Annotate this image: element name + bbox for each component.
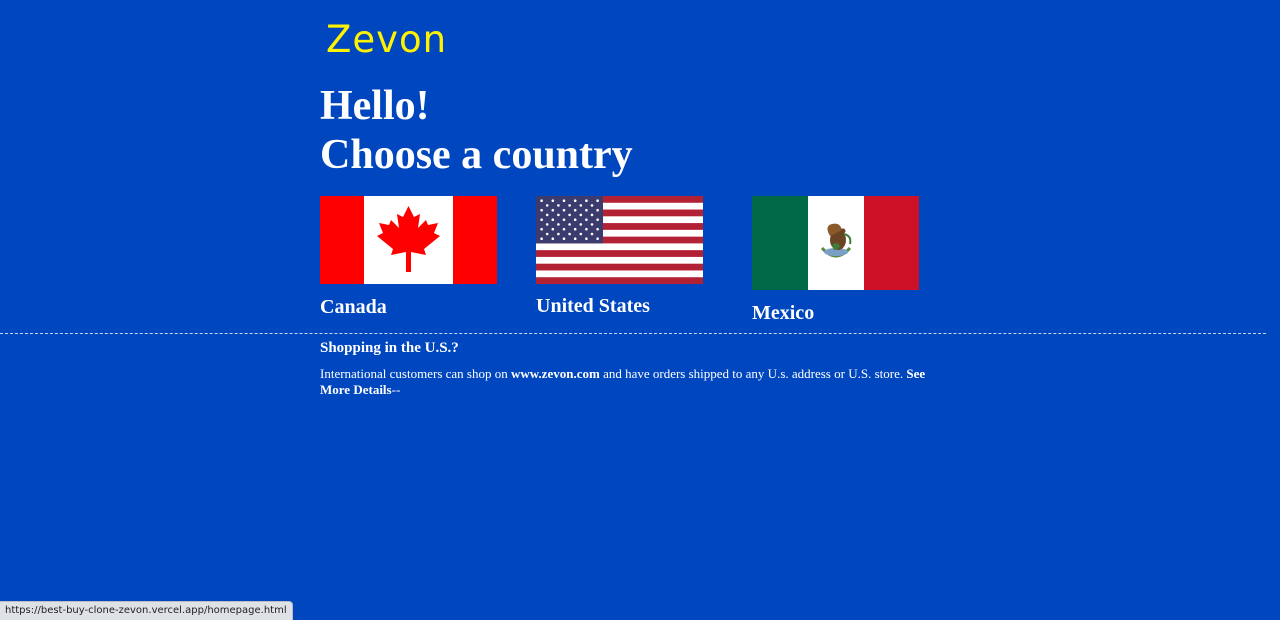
- us-flag-star: [545, 213, 549, 217]
- us-flag-star: [579, 204, 583, 207]
- us-flag-star: [579, 213, 583, 217]
- us-flag-star: [540, 199, 543, 202]
- country-canada-link[interactable]: Canada: [320, 196, 497, 321]
- us-flag-star: [573, 199, 577, 202]
- country-label-mexico: Mexico: [752, 302, 815, 324]
- us-flag-star: [562, 227, 566, 231]
- us-flag-star: [573, 227, 577, 231]
- zevon-logo[interactable]: Zevon: [326, 16, 447, 64]
- country-united-states-link[interactable]: United States: [536, 196, 703, 321]
- us-flag-star: [562, 199, 566, 202]
- us-flag-star: [545, 204, 549, 207]
- us-flag-star: [557, 204, 560, 207]
- us-flag-star: [585, 218, 588, 221]
- us-flag-star: [590, 204, 594, 207]
- us-flag-star: [557, 232, 560, 236]
- us-flag-star: [596, 227, 599, 231]
- section-divider: [0, 333, 1266, 334]
- zevon-site-link[interactable]: www.zevon.com: [511, 366, 600, 381]
- us-flag-star: [573, 208, 577, 212]
- mexico-flag-icon: [752, 196, 919, 290]
- greeting-choose-country: Choose a country: [320, 132, 633, 178]
- page-heading: Hello! Choose a country: [320, 82, 633, 180]
- us-flag-star: [585, 199, 588, 202]
- canada-flag-icon: [320, 196, 497, 284]
- us-flag-star: [540, 208, 543, 212]
- status-bar-url: https://best-buy-clone-zevon.vercel.app/…: [0, 601, 293, 620]
- us-flag-star: [585, 227, 588, 231]
- us-flag-icon: [536, 196, 703, 284]
- us-flag-star: [579, 232, 583, 236]
- us-flag-star: [596, 208, 599, 212]
- us-flag-star: [551, 199, 555, 202]
- us-flag-star: [540, 218, 543, 221]
- country-label-canada: Canada: [320, 296, 387, 318]
- us-flag-star: [590, 223, 594, 226]
- us-flag-star: [551, 237, 555, 240]
- us-flag-star: [557, 213, 560, 217]
- us-flag-star: [590, 232, 594, 236]
- us-flag-star: [551, 208, 555, 212]
- us-flag-star: [573, 218, 577, 221]
- us-flag-star: [568, 232, 571, 236]
- us-flag-star: [557, 223, 560, 226]
- us-flag-star: [562, 208, 566, 212]
- us-flag-star: [596, 237, 599, 240]
- shopping-us-text: International customers can shop on www.…: [320, 366, 950, 398]
- us-flag-star: [545, 232, 549, 236]
- us-flag-star: [590, 213, 594, 217]
- country-mexico-link[interactable]: Mexico: [752, 196, 919, 326]
- us-flag-star: [573, 237, 577, 240]
- us-flag-star: [568, 213, 571, 217]
- us-flag-star: [585, 237, 588, 240]
- us-flag-star: [585, 208, 588, 212]
- us-flag-star: [545, 223, 549, 226]
- shopping-text-middle: and have orders shipped to any U.s. addr…: [599, 366, 907, 381]
- details-suffix: --: [391, 382, 401, 397]
- country-select-page: Zevon Hello! Choose a country Canada Uni…: [0, 0, 1280, 620]
- us-flag-star: [562, 218, 566, 221]
- us-flag-star: [551, 227, 555, 231]
- us-flag-star: [596, 199, 599, 202]
- us-flag-star: [579, 223, 583, 226]
- us-flag-star: [568, 223, 571, 226]
- us-flag-star: [551, 218, 555, 221]
- shopping-us-title: Shopping in the U.S.?: [320, 340, 459, 356]
- us-flag-star: [568, 204, 571, 207]
- us-flag-star: [596, 218, 599, 221]
- greeting-hello: Hello!: [320, 83, 430, 129]
- us-flag-star: [562, 237, 566, 240]
- us-flag-star: [540, 237, 543, 240]
- shopping-text-prefix: International customers can shop on: [320, 366, 511, 381]
- country-label-united-states: United States: [536, 295, 650, 317]
- us-flag-star: [540, 227, 543, 231]
